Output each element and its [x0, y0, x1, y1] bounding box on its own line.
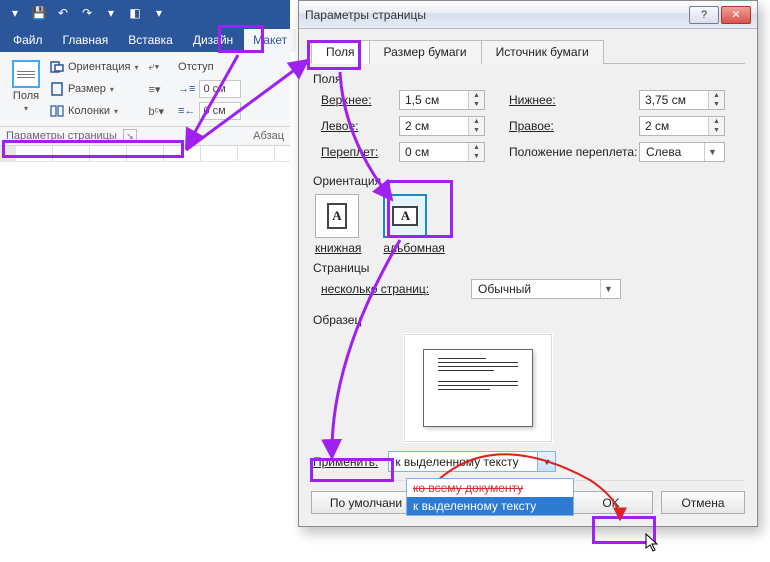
- margins-label: Поля: [13, 90, 39, 102]
- gutter-pos-combo[interactable]: Слева▼: [639, 142, 725, 162]
- indent-label: Отступ: [178, 61, 214, 73]
- section-orientation-label: Ориентация: [313, 174, 745, 188]
- line-numbers-button[interactable]: ≡▾: [148, 80, 164, 98]
- group-page-setup-label: Параметры страницы: [6, 130, 117, 142]
- defaults-button[interactable]: По умолчани: [311, 491, 421, 514]
- gutter-pos-label: Положение переплета:: [509, 145, 639, 159]
- orientation-icon: [50, 60, 64, 74]
- tab-insert[interactable]: Вставка: [119, 29, 182, 52]
- orientation-landscape-label: альбомная: [383, 241, 445, 255]
- top-margin-label: Верхнее:: [321, 93, 399, 107]
- touch-icon[interactable]: ◧: [126, 4, 144, 22]
- word-window: ▾ 💾 ↶ ↷ ▾ ◧ ▾ Файл Главная Вставка Дизай…: [0, 0, 290, 558]
- ruler[interactable]: [0, 146, 290, 162]
- section-preview-label: Образец: [313, 313, 745, 327]
- columns-icon: [50, 104, 64, 118]
- chevron-down-icon: ▾: [24, 104, 28, 113]
- right-margin-input[interactable]: 2 см▲▼: [639, 116, 725, 136]
- preview-page: [423, 349, 533, 427]
- apply-option-all[interactable]: ко всему документу: [407, 479, 573, 497]
- page-setup-dialog: Параметры страницы ? ✕ Поля Размер бумаг…: [298, 0, 758, 527]
- indent-right-icon: ≡←: [178, 105, 195, 117]
- apply-dropdown[interactable]: ко всему документу к выделенному тексту: [406, 478, 574, 516]
- orientation-portrait-label: книжная: [315, 241, 361, 255]
- tab-layout[interactable]: Макет: [244, 29, 296, 52]
- right-margin-label: Правое:: [509, 119, 639, 133]
- menu-icon[interactable]: ▾: [6, 4, 24, 22]
- indent-left-field[interactable]: →≡ 0 см: [178, 80, 241, 98]
- margins-button[interactable]: Поля ▾: [8, 58, 44, 115]
- dialog-tabs: Поля Размер бумаги Источник бумаги: [311, 39, 745, 64]
- indent-right-field[interactable]: ≡← 0 см: [178, 102, 241, 120]
- tab-file[interactable]: Файл: [4, 29, 52, 52]
- document-area[interactable]: [0, 162, 290, 562]
- dialog-titlebar[interactable]: Параметры страницы ? ✕: [299, 1, 757, 29]
- preview-box: [403, 333, 553, 443]
- top-margin-input[interactable]: 1,5 см▲▼: [399, 90, 485, 110]
- indent-left-icon: →≡: [178, 83, 195, 95]
- tab-design[interactable]: Дизайн: [184, 29, 242, 52]
- close-button[interactable]: ✕: [721, 6, 751, 24]
- size-button[interactable]: Размер▾: [50, 80, 138, 98]
- apply-label: Применить:: [313, 455, 378, 469]
- gutter-input[interactable]: 0 см▲▼: [399, 142, 485, 162]
- orientation-landscape[interactable]: альбомная: [383, 194, 445, 255]
- ok-button[interactable]: OK: [569, 491, 653, 514]
- size-icon: [50, 82, 64, 96]
- gutter-label: Переплет:: [321, 145, 399, 159]
- bottom-margin-label: Нижнее:: [509, 93, 639, 107]
- left-margin-input[interactable]: 2 см▲▼: [399, 116, 485, 136]
- save-icon[interactable]: 💾: [30, 4, 48, 22]
- apply-option-selected[interactable]: к выделенному тексту: [407, 497, 573, 515]
- group-paragraph-label: Абзац: [253, 130, 284, 142]
- hyphenation-button[interactable]: bᶜ▾: [148, 102, 164, 120]
- undo-icon[interactable]: ↶: [54, 4, 72, 22]
- orientation-portrait[interactable]: книжная: [315, 194, 361, 255]
- bottom-margin-input[interactable]: 3,75 см▲▼: [639, 90, 725, 110]
- cancel-button[interactable]: Отмена: [661, 491, 745, 514]
- ribbon-group-labels: Параметры страницы ↘ Абзац: [0, 127, 290, 146]
- multipages-label: несколько страниц:: [321, 282, 471, 296]
- tab-home[interactable]: Главная: [54, 29, 118, 52]
- multipages-combo[interactable]: Обычный▼: [471, 279, 621, 299]
- tab-fields[interactable]: Поля: [311, 40, 370, 64]
- qat-more-icon[interactable]: ▾: [102, 4, 120, 22]
- dialog-title: Параметры страницы: [305, 8, 426, 22]
- section-fields-label: Поля: [313, 72, 745, 86]
- ribbon: Поля ▾ Ориентация▾ Размер▾ Колонки▾ ⤶▾ ≡…: [0, 52, 290, 127]
- qat-customize-icon[interactable]: ▾: [150, 4, 168, 22]
- orientation-button[interactable]: Ориентация▾: [50, 58, 138, 76]
- help-button[interactable]: ?: [689, 6, 719, 24]
- left-margin-label: Левое:: [321, 119, 399, 133]
- ribbon-tabs: Файл Главная Вставка Дизайн Макет Ссы: [0, 26, 290, 52]
- apply-combo[interactable]: к выделенному тексту▼: [388, 451, 556, 472]
- section-pages-label: Страницы: [313, 261, 745, 275]
- quick-access-toolbar: ▾ 💾 ↶ ↷ ▾ ◧ ▾: [0, 0, 290, 26]
- page-setup-dialog-launcher[interactable]: ↘: [123, 129, 137, 143]
- margins-icon: [12, 60, 40, 88]
- columns-button[interactable]: Колонки▾: [50, 102, 138, 120]
- redo-icon[interactable]: ↷: [78, 4, 96, 22]
- tab-paper-source[interactable]: Источник бумаги: [481, 40, 604, 64]
- breaks-button[interactable]: ⤶▾: [148, 58, 164, 76]
- tab-paper-size[interactable]: Размер бумаги: [369, 40, 482, 64]
